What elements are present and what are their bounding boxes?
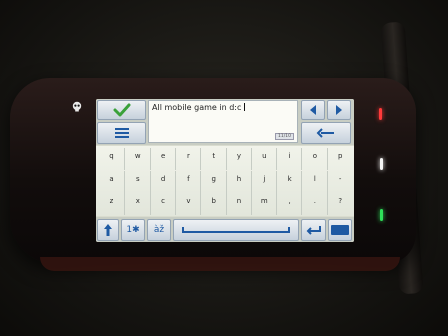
key-r[interactable]: r [174,148,201,170]
space-button[interactable] [173,219,299,241]
letter-keys: q w e r t y u i o p a s d f g h j k l - z x c v b n m,.? [96,146,354,216]
key-question[interactable]: ? [326,193,353,215]
arrow-left-icon [310,105,316,115]
text-input-area[interactable]: All mobile game in d:c 11/10 [148,100,298,143]
phone-bottom-edge [40,257,400,271]
cursor-right-button[interactable] [327,100,351,120]
key-x[interactable]: x [124,193,150,215]
key-f[interactable]: f [174,170,201,193]
key-e[interactable]: e [149,148,176,170]
key-b[interactable]: b [200,193,226,215]
menu-icon [114,128,129,138]
numeric-mode-button[interactable]: 1✱ [121,219,145,241]
key-u[interactable]: u [250,148,277,170]
shift-button[interactable] [97,219,119,241]
key-y[interactable]: y [225,148,252,170]
key-t[interactable]: t [200,148,226,170]
key-c[interactable]: c [149,193,176,215]
key-comma[interactable]: , [276,193,302,215]
keyboard-icon [331,225,349,235]
key-w[interactable]: w [124,148,150,170]
end-call-key-icon[interactable] [379,108,382,120]
key-q[interactable]: q [99,148,124,170]
cursor-left-button[interactable] [301,100,325,120]
key-v[interactable]: v [174,193,201,215]
space-bar-icon [182,227,290,233]
backspace-icon [316,128,334,138]
character-counter: 11/10 [275,133,294,140]
text-input-value: All mobile game in d:c [152,103,242,112]
key-m[interactable]: m [250,193,277,215]
arrow-right-icon [336,105,342,115]
enter-button[interactable] [301,219,326,241]
confirm-button[interactable] [97,100,146,120]
menu-key-icon[interactable] [380,158,383,170]
key-n[interactable]: n [225,193,252,215]
menu-button[interactable] [97,122,146,144]
photo-background: All mobile game in d:c 11/10 qwertyuiop a… [0,0,448,336]
input-top-bar: All mobile game in d:c 11/10 [96,99,354,145]
language-mode-label: àž [153,225,165,235]
numeric-mode-label: 1✱ [126,225,140,235]
key-g[interactable]: g [200,170,226,193]
enter-icon [306,226,321,235]
shift-arrow-icon [104,224,112,236]
text-cursor [243,103,245,111]
call-key-icon[interactable] [380,209,383,221]
key-o[interactable]: o [301,148,327,170]
key-z[interactable]: z [99,193,124,215]
checkmark-icon [113,103,130,117]
key-j[interactable]: j [250,170,277,193]
key-p[interactable]: p [326,148,353,170]
phone-screen: All mobile game in d:c 11/10 qwertyuiop a… [96,99,354,242]
backspace-button[interactable] [301,122,351,144]
input-bottom-bar: 1✱ àž [96,217,354,242]
key-k[interactable]: k [276,170,302,193]
language-mode-button[interactable]: àž [147,219,171,241]
key-a[interactable]: a [99,171,124,193]
key-s[interactable]: s [124,170,150,193]
key-l[interactable]: l [301,170,327,193]
key-period[interactable]: . [301,193,327,215]
key-dash[interactable]: - [326,170,353,193]
key-i[interactable]: i [276,148,302,170]
keyboard-toggle-button[interactable] [328,219,352,241]
skull-logo-icon [72,101,82,112]
key-h[interactable]: h [225,170,252,193]
key-d[interactable]: d [149,170,176,193]
